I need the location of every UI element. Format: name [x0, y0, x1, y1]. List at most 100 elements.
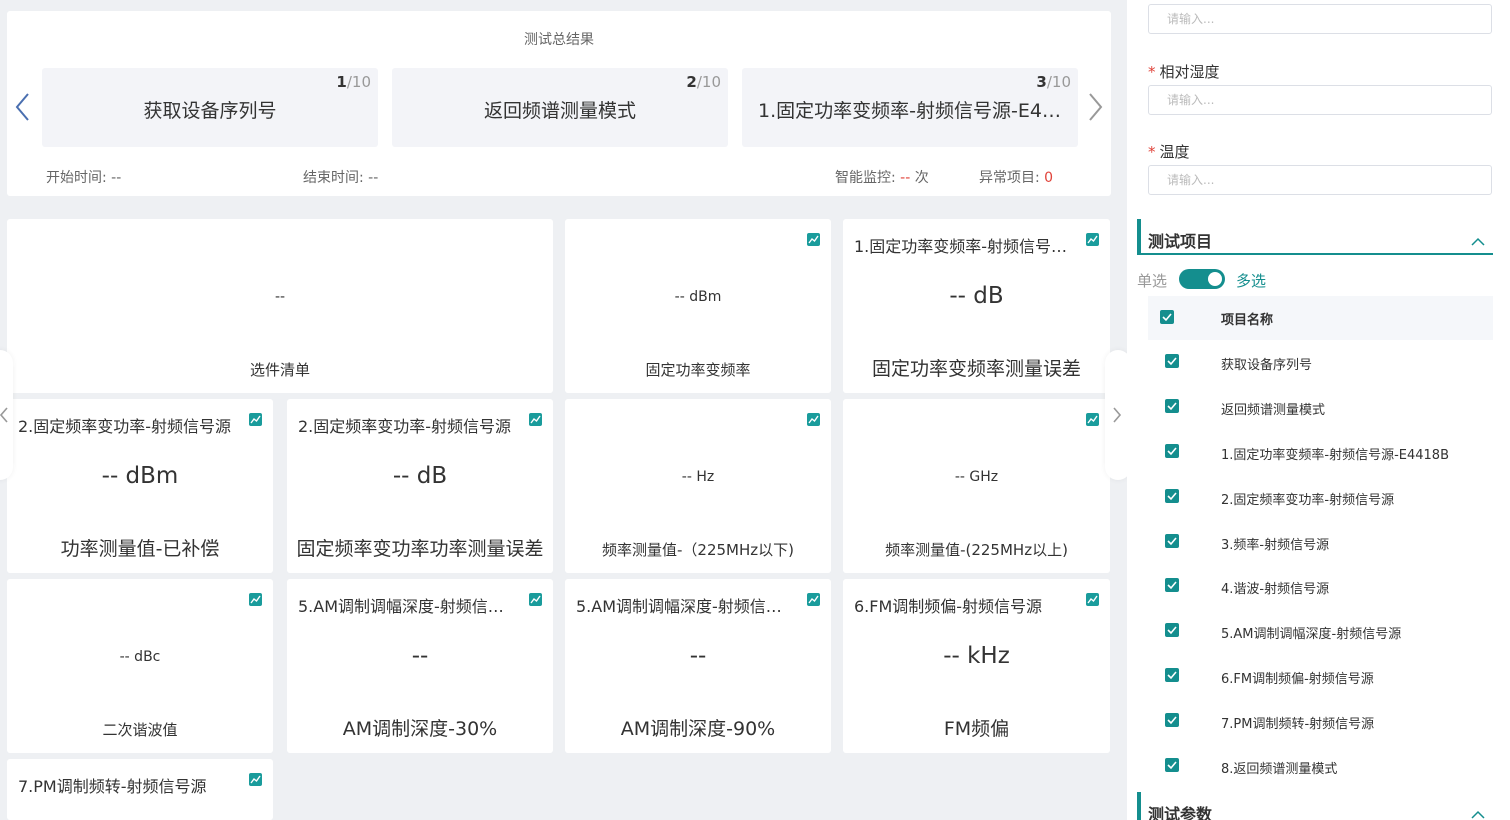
list-item[interactable]: 2.固定频率变功率-射频信号源 — [1148, 475, 1493, 519]
list-item[interactable]: 返回频谱测量模式 — [1148, 385, 1493, 429]
dashboard-tile[interactable]: 7.PM调制频转-射频信号源 — [7, 759, 273, 820]
test-items-section-header[interactable]: 测试项目 — [1137, 219, 1493, 255]
step-counter: 2/10 — [686, 73, 721, 91]
tile-label: 功率测量值-已补偿 — [60, 538, 220, 560]
tile-title: 5.AM调制调幅深度-射频信号源 — [576, 597, 797, 616]
chevron-left-icon — [0, 407, 8, 423]
list-item[interactable]: 3.频率-射频信号源 — [1148, 520, 1493, 564]
start-time: 开始时间: -- — [46, 170, 122, 186]
humidity-field[interactable] — [1149, 86, 1491, 114]
mode-toggle[interactable] — [1179, 269, 1225, 289]
chart-icon[interactable] — [807, 593, 820, 606]
chart-icon[interactable] — [807, 413, 820, 426]
tile-label: 固定频率变功率功率测量误差 — [296, 538, 544, 560]
tile-label: 固定功率变频率 — [645, 361, 751, 379]
step-card[interactable]: 3/10 1.固定功率变频率-射频信号源-E4418B — [742, 68, 1078, 147]
item-name: 7.PM调制频转-射频信号源 — [1221, 717, 1375, 732]
dashboard-tile[interactable]: 5.AM调制调幅深度-射频信号源 -- AM调制深度-90% — [565, 579, 831, 753]
chart-icon[interactable] — [807, 233, 820, 246]
item-checkbox[interactable] — [1165, 399, 1179, 413]
next-step-arrow-icon[interactable] — [1087, 91, 1105, 123]
list-item[interactable]: 7.PM调制频转-射频信号源 — [1148, 699, 1493, 743]
step-name: 返回频谱测量模式 — [483, 100, 636, 122]
top-input-field[interactable] — [1149, 5, 1491, 33]
chart-icon[interactable] — [529, 593, 542, 606]
dashboard-tile[interactable]: 1.固定功率变频率-射频信号源-E4418B -- dB 固定功率变频率测量误差 — [843, 219, 1110, 393]
item-checkbox[interactable] — [1165, 623, 1179, 637]
item-name: 获取设备序列号 — [1221, 358, 1313, 373]
chart-icon[interactable] — [249, 773, 262, 786]
step-counter: 3/10 — [1036, 73, 1071, 91]
chart-icon[interactable] — [1086, 233, 1099, 246]
smart-monitor: 智能监控: -- 次 — [835, 170, 929, 186]
tile-value: -- dBc — [119, 649, 161, 665]
dashboard-tile[interactable]: 2.固定频率变功率-射频信号源 -- dBm 功率测量值-已补偿 — [7, 399, 273, 573]
temperature-input[interactable] — [1148, 165, 1492, 195]
prev-step-arrow-icon[interactable] — [13, 91, 31, 123]
tile-value: -- dB — [392, 463, 448, 489]
humidity-input[interactable] — [1148, 85, 1492, 115]
selection-mode: 单选 多选 — [1137, 268, 1337, 290]
step-card[interactable]: 2/10 返回频谱测量模式 — [392, 68, 728, 147]
step-card[interactable]: 1/10 获取设备序列号 — [42, 68, 378, 147]
item-checkbox[interactable] — [1165, 489, 1179, 503]
chart-icon[interactable] — [1086, 413, 1099, 426]
dashboard-tile[interactable]: -- dBm 固定功率变频率 — [565, 219, 831, 393]
tile-label: AM调制深度-90% — [620, 718, 776, 740]
dashboard-tile[interactable]: -- GHz 频率测量值-(225MHz以上) — [843, 399, 1110, 573]
item-checkbox[interactable] — [1165, 758, 1179, 772]
test-summary-panel: 测试总结果 1/10 获取设备序列号 2/10 返回频谱测量模式 3/10 1.… — [7, 11, 1111, 196]
tile-label: 频率测量值-（225MHz以下) — [602, 541, 794, 559]
dashboard-tile[interactable]: -- Hz 频率测量值-（225MHz以下) — [565, 399, 831, 573]
tile-value: -- dBm — [101, 463, 179, 489]
section-title: 测试参数 — [1148, 805, 1213, 820]
tile-label: AM调制深度-30% — [342, 718, 498, 740]
chart-icon[interactable] — [1086, 593, 1099, 606]
tile-title: 5.AM调制调幅深度-射频信号源 — [298, 597, 519, 616]
tile-value: -- — [274, 289, 286, 305]
tile-value: -- dB — [949, 283, 1004, 309]
list-item[interactable]: 1.固定功率变频率-射频信号源-E4418B — [1148, 430, 1493, 474]
tile-title: 7.PM调制频转-射频信号源 — [18, 777, 207, 796]
summary-title: 测试总结果 — [524, 32, 594, 48]
chevron-up-icon[interactable] — [1471, 231, 1485, 250]
top-input[interactable] — [1148, 4, 1492, 34]
dashboard-tile[interactable]: 6.FM调制频偏-射频信号源 -- kHz FM频偏 — [843, 579, 1110, 753]
dashboard-tile[interactable]: 5.AM调制调幅深度-射频信号源 -- AM调制深度-30% — [287, 579, 553, 753]
dashboard-tile[interactable]: -- dBc 二次谐波值 — [7, 579, 273, 753]
temperature-field[interactable] — [1149, 166, 1491, 194]
item-name: 4.谐波-射频信号源 — [1221, 582, 1330, 597]
item-name: 8.返回频谱测量模式 — [1221, 762, 1338, 777]
item-name: 3.频率-射频信号源 — [1221, 538, 1330, 553]
tile-title: 2.固定频率变功率-射频信号源 — [18, 417, 232, 436]
item-checkbox[interactable] — [1165, 668, 1179, 682]
temperature-label: * 温度 — [1148, 143, 1190, 161]
list-item[interactable]: 6.FM调制频偏-射频信号源 — [1148, 654, 1493, 698]
item-checkbox[interactable] — [1165, 534, 1179, 548]
item-name: 返回频谱测量模式 — [1221, 403, 1326, 418]
chevron-up-icon[interactable] — [1471, 804, 1485, 820]
list-item[interactable]: 5.AM调制调幅深度-射频信号源 — [1148, 609, 1493, 653]
humidity-label: * 相对湿度 — [1148, 63, 1220, 81]
scroll-left-button[interactable] — [0, 350, 13, 480]
item-checkbox[interactable] — [1165, 713, 1179, 727]
chart-icon[interactable] — [529, 413, 542, 426]
test-params-section-header[interactable]: 测试参数 — [1137, 792, 1493, 820]
chart-icon[interactable] — [249, 593, 262, 606]
dashboard-tile[interactable]: -- 选件清单 — [7, 219, 553, 393]
item-checkbox[interactable] — [1165, 578, 1179, 592]
dashboard-tile[interactable]: 2.固定频率变功率-射频信号源 -- dB 固定频率变功率功率测量误差 — [287, 399, 553, 573]
select-all-checkbox[interactable] — [1160, 310, 1174, 324]
item-name: 6.FM调制频偏-射频信号源 — [1221, 672, 1374, 687]
item-checkbox[interactable] — [1165, 354, 1179, 368]
list-item[interactable]: 4.谐波-射频信号源 — [1148, 564, 1493, 608]
tile-label: 频率测量值-(225MHz以上) — [885, 541, 1068, 559]
tile-title: 1.固定功率变频率-射频信号源-E4418B — [854, 237, 1076, 256]
list-item[interactable]: 获取设备序列号 — [1148, 340, 1493, 384]
single-select-label: 单选 — [1137, 272, 1168, 290]
table-header: 项目名称 — [1148, 296, 1493, 340]
chart-icon[interactable] — [249, 413, 262, 426]
item-checkbox[interactable] — [1165, 444, 1179, 458]
list-item[interactable]: 8.返回频谱测量模式 — [1148, 744, 1493, 788]
right-panel: *相对湿度 *温度 测试项目 单选 多选 项目名称 获取设备序列号 返回频谱测量… — [1127, 0, 1510, 820]
